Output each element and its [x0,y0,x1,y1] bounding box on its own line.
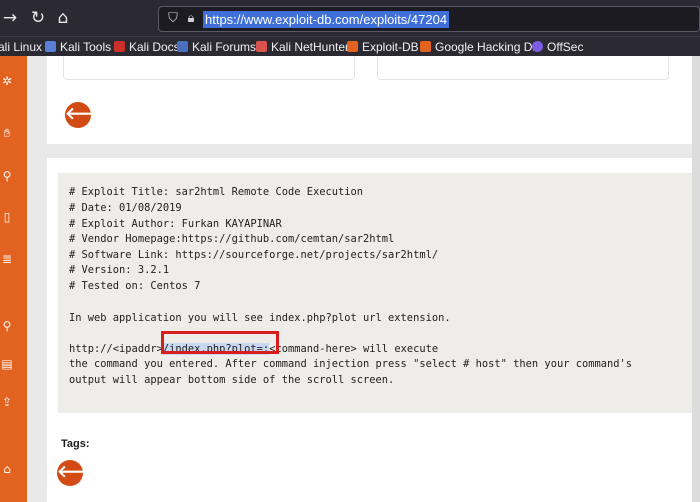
search-icon[interactable]: ⚲ [0,169,14,183]
code-line: # Date: 01/08/2019 [69,202,182,214]
page-content: ✲ ✋︎ ⚲ ▯ ≣ ⚲ ▤ ⇪ ⌂ 🡐 # Exploit Title: sa… [0,56,700,502]
home-icon[interactable]: ⌂ [53,8,73,28]
bookmark-label: OffSec [547,40,584,54]
bookmark-label: Kali NetHunter [271,40,350,54]
bookmark-label: Exploit-DB [362,40,419,54]
code-line: # Exploit Author: Furkan KAYAPINAR [69,218,282,230]
kali-docs-icon [114,41,125,52]
exploits-icon[interactable]: ✋︎ [0,126,14,140]
exploit-card: # Exploit Title: sar2html Remote Code Ex… [47,158,700,502]
bookmark-kali-nethunter[interactable]: Kali NetHunter [256,38,349,56]
code-line: output will appear bottom side of the sc… [69,374,395,386]
bookmark-kali-forums[interactable]: Kali Forums [177,38,256,56]
bookmark-label: ali Linux [0,40,43,54]
red-annotation-box [161,331,279,354]
bookmark-exploit-db[interactable]: Exploit-DB [347,38,419,56]
info-card-left [63,56,355,80]
code-line: In web application you will see index.ph… [69,312,451,324]
bookmark-offsec[interactable]: OffSec [532,38,583,56]
left-sidebar: ✲ ✋︎ ⚲ ▯ ≣ ⚲ ▤ ⇪ ⌂ [0,56,27,502]
offsec-icon [532,41,543,52]
bookmark-kali-tools[interactable]: Kali Tools [45,38,111,56]
back-button[interactable]: 🡐 [65,102,111,128]
book-icon[interactable]: ▤ [0,357,14,371]
code-line: # Vendor Homepage:https://github.com/cem… [69,233,395,245]
bookmarks-bar: ali Linux Kali Tools Kali Docs Kali Foru… [0,36,700,56]
code-line: # Tested on: Centos 7 [69,280,201,292]
bookmark-label: Kali Tools [60,40,112,54]
shield-icon[interactable]: ⛉ [165,11,181,27]
search-db-icon[interactable]: ⚲ [0,319,14,333]
page-scrollbar[interactable] [692,56,700,502]
bookmark-label: Kali Docs [129,40,180,54]
code-line: # Software Link: https://sourceforge.net… [69,249,439,261]
back-button-bottom[interactable]: 🡐 [57,460,103,486]
kali-forums-icon [177,41,188,52]
tags-label: Tags: [61,438,90,450]
bookmark-kali-linux[interactable]: ali Linux [0,38,42,56]
code-line: the command you entered. After command i… [69,358,633,370]
info-card-right [377,56,669,80]
address-bar[interactable]: ⛉ 🔒︎ https://www.exploit-db.com/exploits… [158,6,700,32]
home-icon[interactable]: ⌂ [0,462,14,476]
kali-nethunter-icon [256,41,267,52]
bookmark-label: Google Hacking DB [435,40,541,54]
bookmark-google-hacking-db[interactable]: Google Hacking DB [420,38,540,56]
exploit-db-icon [347,41,358,52]
code-line: # Version: 3.2.1 [69,264,170,276]
reload-icon[interactable]: ↻ [28,8,48,28]
top-card: 🡐 [47,56,700,144]
google-hacking-db-icon [420,41,431,52]
document-icon[interactable]: ▯ [0,210,14,224]
url-text[interactable]: https://www.exploit-db.com/exploits/4720… [203,11,450,28]
kali-tools-icon [45,41,56,52]
exploit-code-block: # Exploit Title: sar2html Remote Code Ex… [58,173,700,413]
papers-icon[interactable]: ≣ [0,252,14,266]
logo-icon[interactable]: ✲ [0,74,14,88]
http-suffix: <command-here> will execute [269,343,439,355]
lock-icon[interactable]: 🔒︎ [183,11,199,27]
code-line: # Exploit Title: sar2html Remote Code Ex… [69,186,364,198]
bookmark-kali-docs[interactable]: Kali Docs [114,38,180,56]
bookmark-label: Kali Forums [192,40,257,54]
browser-toolbar: → ↻ ⌂ ⛉ 🔒︎ https://www.exploit-db.com/ex… [0,0,700,36]
http-prefix: http://<ipaddr> [69,343,163,355]
submit-icon[interactable]: ⇪ [0,395,14,409]
forward-arrow-icon[interactable]: → [0,8,20,28]
